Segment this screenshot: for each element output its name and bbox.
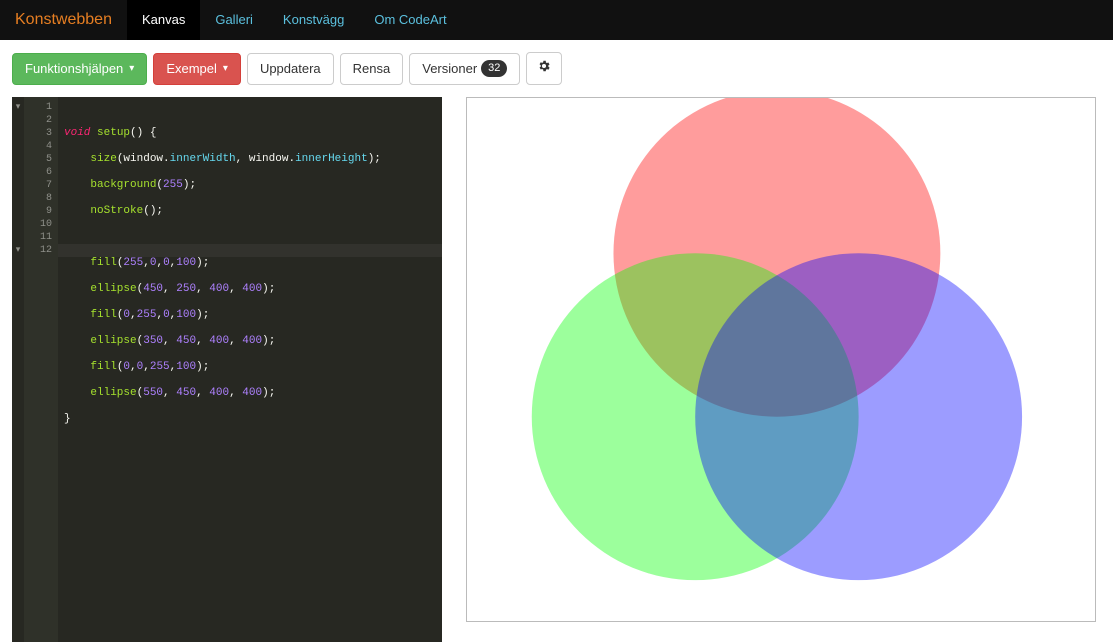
line-number: 11 bbox=[24, 231, 52, 244]
brand-title: Konstwebben bbox=[0, 0, 127, 40]
line-number: 9 bbox=[24, 205, 52, 218]
code-line: void setup() { bbox=[64, 127, 436, 140]
code-line: fill(0,0,255,100); bbox=[64, 361, 436, 374]
top-navbar: Konstwebben Kanvas Galleri Konstvägg Om … bbox=[0, 0, 1113, 40]
nav-om-codeart[interactable]: Om CodeArt bbox=[359, 0, 461, 40]
chevron-down-icon: ▾ bbox=[129, 62, 134, 76]
exempel-button[interactable]: Exempel ▾ bbox=[153, 53, 241, 85]
canvas-circle bbox=[695, 253, 1022, 580]
versioner-count-badge: 32 bbox=[481, 60, 507, 77]
line-number: 1 bbox=[24, 101, 52, 114]
line-number: 5 bbox=[24, 153, 52, 166]
toolbar: Funktionshjälpen ▾ Exempel ▾ Uppdatera R… bbox=[0, 40, 1113, 97]
line-number: 12 bbox=[24, 244, 52, 257]
nav-galleri[interactable]: Galleri bbox=[200, 0, 268, 40]
code-line: background(255); bbox=[64, 179, 436, 192]
output-canvas bbox=[466, 97, 1096, 622]
code-line: fill(255,0,0,100); bbox=[64, 257, 436, 270]
nav-kanvas[interactable]: Kanvas bbox=[127, 0, 200, 40]
main-area: ▾ ▾ 1 2 3 4 5 6 7 8 9 10 11 12 void setu… bbox=[0, 97, 1113, 642]
code-line: ellipse(350, 450, 400, 400); bbox=[64, 335, 436, 348]
uppdatera-button[interactable]: Uppdatera bbox=[247, 53, 334, 85]
code-line: fill(0,255,0,100); bbox=[64, 309, 436, 322]
line-number: 6 bbox=[24, 166, 52, 179]
fold-marker[interactable]: ▾ bbox=[12, 101, 24, 114]
line-number: 4 bbox=[24, 140, 52, 153]
code-line: ellipse(450, 250, 400, 400); bbox=[64, 283, 436, 296]
line-number: 10 bbox=[24, 218, 52, 231]
gear-icon bbox=[537, 59, 551, 78]
code-line: size(window.innerWidth, window.innerHeig… bbox=[64, 153, 436, 166]
line-number: 8 bbox=[24, 192, 52, 205]
exempel-label: Exempel bbox=[166, 60, 217, 78]
code-line: ellipse(550, 450, 400, 400); bbox=[64, 387, 436, 400]
funktionshjalpen-label: Funktionshjälpen bbox=[25, 60, 123, 78]
code-line bbox=[64, 231, 436, 244]
fold-marker[interactable]: ▾ bbox=[12, 244, 24, 257]
versioner-label: Versioner bbox=[422, 60, 477, 78]
editor-content[interactable]: void setup() { size(window.innerWidth, w… bbox=[58, 97, 442, 642]
code-editor[interactable]: ▾ ▾ 1 2 3 4 5 6 7 8 9 10 11 12 void setu… bbox=[12, 97, 442, 642]
nav-konstvagg[interactable]: Konstvägg bbox=[268, 0, 359, 40]
rensa-button[interactable]: Rensa bbox=[340, 53, 404, 85]
editor-fold-column: ▾ ▾ bbox=[12, 97, 24, 642]
versioner-button[interactable]: Versioner 32 bbox=[409, 53, 520, 85]
active-line-highlight bbox=[58, 244, 442, 257]
funktionshjalpen-button[interactable]: Funktionshjälpen ▾ bbox=[12, 53, 147, 85]
caret-down-icon: ▾ bbox=[223, 62, 228, 76]
line-number: 3 bbox=[24, 127, 52, 140]
code-line: noStroke(); bbox=[64, 205, 436, 218]
editor-gutter: 1 2 3 4 5 6 7 8 9 10 11 12 bbox=[24, 97, 58, 642]
line-number: 2 bbox=[24, 114, 52, 127]
code-line: } bbox=[64, 413, 436, 426]
line-number: 7 bbox=[24, 179, 52, 192]
settings-button[interactable] bbox=[526, 52, 562, 85]
canvas-svg bbox=[467, 98, 1095, 621]
